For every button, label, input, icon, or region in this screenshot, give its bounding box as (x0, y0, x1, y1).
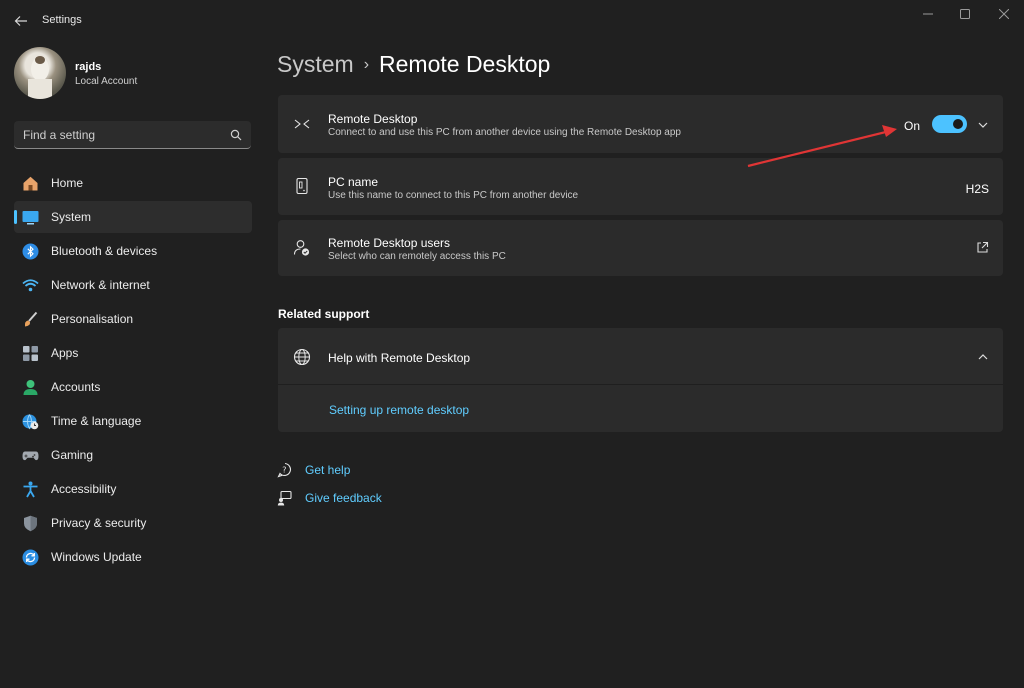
sidebar-item-apps[interactable]: Apps (14, 337, 252, 369)
pc-name-subtitle: Use this name to connect to this PC from… (328, 190, 579, 201)
rd-users-title: Remote Desktop users (328, 236, 451, 250)
users-icon (293, 239, 311, 257)
search-placeholder: Find a setting (23, 128, 96, 142)
svg-text:?: ? (282, 466, 286, 475)
give-feedback-link[interactable]: Give feedback (277, 489, 477, 507)
chevron-right-icon: › (363, 56, 370, 73)
update-icon (22, 549, 39, 566)
remote-desktop-users-card[interactable]: Remote Desktop users Select who can remo… (278, 220, 1003, 276)
help-remote-desktop-header[interactable]: Help with Remote Desktop (278, 328, 1003, 385)
remote-desktop-subtitle: Connect to and use this PC from another … (328, 127, 681, 138)
help-remote-desktop-card: Help with Remote Desktop Setting up remo… (278, 328, 1003, 432)
sidebar-item-windows-update[interactable]: Windows Update (14, 541, 252, 573)
related-support-heading: Related support (278, 307, 370, 321)
account-type: Local Account (75, 76, 138, 87)
toggle-knob (953, 119, 963, 129)
globe-icon (293, 348, 311, 366)
sidebar-item-accessibility[interactable]: Accessibility (14, 473, 252, 505)
get-help-link[interactable]: ? Get help (277, 461, 477, 479)
sidebar-item-privacy-security[interactable]: Privacy & security (14, 507, 252, 539)
globe-clock-icon (22, 413, 39, 430)
close-icon[interactable] (986, 4, 1022, 24)
back-arrow-icon[interactable] (12, 12, 30, 30)
setting-up-remote-desktop-link[interactable]: Setting up remote desktop (329, 403, 469, 417)
gamepad-icon (22, 447, 39, 464)
minimize-icon[interactable] (910, 4, 946, 24)
sidebar-item-accounts[interactable]: Accounts (14, 371, 252, 403)
sidebar-item-system[interactable]: System (14, 201, 252, 233)
maximize-icon[interactable] (947, 4, 983, 24)
remote-desktop-title: Remote Desktop (328, 112, 418, 126)
person-icon (22, 379, 39, 396)
accessibility-icon (22, 481, 39, 498)
pc-name-title: PC name (328, 175, 379, 189)
sidebar-item-network[interactable]: Network & internet (14, 269, 252, 301)
paintbrush-icon (22, 311, 39, 328)
remote-desktop-toggle[interactable] (932, 115, 967, 133)
sidebar-item-time-language[interactable]: Time & language (14, 405, 252, 437)
wifi-icon (22, 277, 39, 294)
chevron-down-icon[interactable] (977, 118, 989, 130)
app-title: Settings (42, 14, 82, 26)
remote-desktop-icon (293, 115, 311, 133)
breadcrumb: System › Remote Desktop (277, 51, 550, 78)
title-bar: Settings (0, 0, 1024, 40)
page-title: Remote Desktop (379, 51, 551, 77)
home-icon (22, 175, 39, 192)
sidebar-nav: Home System Bluetooth & devices Network … (14, 167, 252, 575)
search-icon[interactable] (230, 128, 242, 141)
toggle-state-label: On (904, 119, 921, 133)
breadcrumb-parent[interactable]: System (277, 51, 354, 77)
help-chat-icon: ? (277, 462, 293, 478)
external-link-icon[interactable] (976, 241, 989, 253)
help-title: Help with Remote Desktop (328, 351, 471, 365)
monitor-icon (22, 209, 39, 226)
remote-desktop-card[interactable]: Remote Desktop Connect to and use this P… (278, 95, 1003, 153)
profile-card[interactable]: rajds Local Account (14, 47, 254, 101)
pc-name-icon (293, 177, 311, 195)
bluetooth-icon (22, 243, 39, 260)
search-input[interactable]: Find a setting (14, 121, 251, 149)
sidebar-item-personalisation[interactable]: Personalisation (14, 303, 252, 335)
sidebar-item-home[interactable]: Home (14, 167, 252, 199)
profile-name: rajds (75, 61, 102, 73)
chevron-up-icon[interactable] (977, 350, 989, 362)
pc-name-value: H2S (965, 182, 989, 196)
pc-name-card: PC name Use this name to connect to this… (278, 158, 1003, 215)
rd-users-subtitle: Select who can remotely access this PC (328, 251, 506, 262)
sidebar-item-bluetooth[interactable]: Bluetooth & devices (14, 235, 252, 267)
avatar[interactable] (14, 47, 66, 99)
apps-icon (22, 345, 39, 362)
sidebar-item-gaming[interactable]: Gaming (14, 439, 252, 471)
feedback-icon (277, 490, 293, 506)
shield-icon (22, 515, 39, 532)
